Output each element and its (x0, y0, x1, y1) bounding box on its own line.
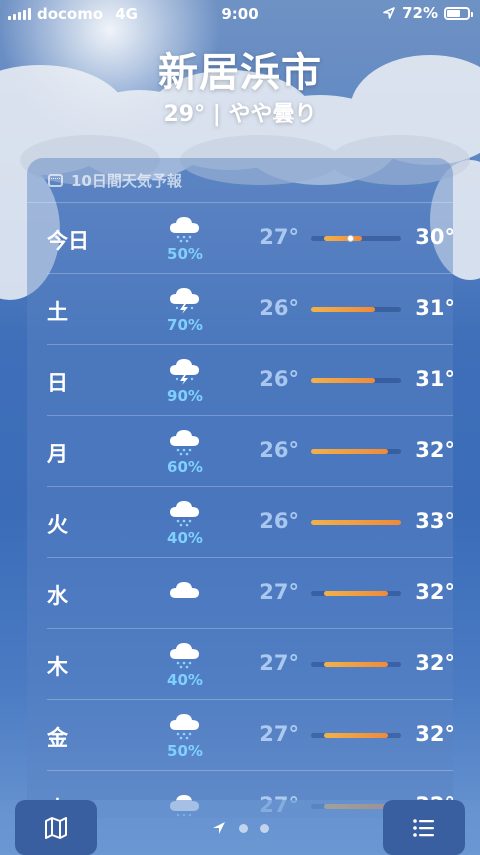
day-label: 土 (47, 300, 68, 324)
bottom-toolbar (0, 800, 480, 855)
current-summary: 29° | やや曇り (163, 102, 317, 127)
temp-range-track (311, 591, 401, 596)
temp-range-bar (323, 236, 363, 241)
day-label: 火 (47, 513, 68, 537)
temp-range-track (311, 449, 401, 454)
precipitation-chance: 70% (167, 316, 203, 334)
rain-cloud-icon (167, 639, 203, 669)
high-temp: 30° (415, 225, 453, 249)
forecast-row[interactable]: 今日 50% 27° 30° (47, 203, 453, 274)
temp-range-track (311, 733, 401, 738)
low-temp: 26° (259, 296, 299, 320)
temp-range-bar (311, 520, 401, 525)
high-temp: 31° (415, 367, 453, 391)
day-label: 月 (47, 442, 68, 466)
precipitation-chance: 40% (167, 671, 203, 689)
battery-icon (444, 6, 473, 20)
location-header: 新居浜市 29° | やや曇り (0, 40, 480, 128)
low-temp: 26° (259, 367, 299, 391)
battery-percent: 72% (402, 4, 438, 22)
precipitation-chance: 60% (167, 458, 203, 476)
low-temp: 26° (259, 438, 299, 462)
temp-range-track (311, 520, 401, 525)
temp-range-bar (323, 591, 389, 596)
temp-range-track (311, 235, 401, 242)
low-temp: 27° (259, 580, 299, 604)
forecast-row[interactable]: 火 40% 26° 33° (47, 487, 453, 558)
rain-cloud-icon (167, 497, 203, 527)
forecast-row[interactable]: 木 40% 27° 32° (47, 629, 453, 700)
high-temp: 32° (415, 651, 453, 675)
forecast-row[interactable]: 土 70% 26° 31° (47, 274, 453, 345)
low-temp: 27° (259, 225, 299, 249)
precipitation-chance: 50% (167, 742, 203, 760)
forecast-row[interactable]: 月 60% 26° 32° (47, 416, 453, 487)
temp-range-bar (311, 449, 389, 454)
high-temp: 32° (415, 580, 453, 604)
high-temp: 32° (415, 438, 453, 462)
temp-range-bar (323, 733, 389, 738)
temp-range-track (311, 307, 401, 312)
high-temp: 31° (415, 296, 453, 320)
high-temp: 33° (415, 509, 453, 533)
forecast-card-header: 10日間天気予報 (27, 158, 453, 203)
rain-cloud-icon (167, 426, 203, 456)
temp-range-bar (323, 662, 389, 667)
low-temp: 27° (259, 651, 299, 675)
low-temp: 26° (259, 509, 299, 533)
precipitation-chance: 50% (167, 245, 203, 263)
list-icon (413, 818, 434, 837)
thunderstorm-cloud-icon (167, 355, 203, 385)
cloud-icon (167, 578, 203, 608)
page-dot[interactable] (260, 823, 269, 833)
day-label: 日 (47, 371, 68, 395)
day-label: 今日 (47, 229, 89, 253)
location-arrow-icon (383, 7, 395, 19)
day-label: 水 (47, 584, 68, 608)
rain-cloud-icon (167, 710, 203, 740)
precipitation-chance: 90% (167, 387, 203, 405)
location-list-button[interactable] (383, 800, 465, 855)
rain-cloud-icon (167, 213, 203, 243)
forecast-row[interactable]: 金 50% 27° 32° (47, 700, 453, 771)
current-temp-marker (346, 235, 354, 242)
temp-range-track (311, 662, 401, 667)
temp-range-bar (311, 307, 376, 312)
city-name: 新居浜市 (158, 50, 322, 96)
temp-range-track (311, 378, 401, 383)
forecast-list: 今日 50% 27° 30° 土 70% 26° 31° 日 90% 26° 31° 月 60% 26° 32… (27, 203, 453, 818)
status-bar: docomo 4G 9:00 72% (0, 0, 480, 28)
precipitation-chance: 40% (167, 529, 203, 547)
calendar-icon (48, 173, 63, 187)
day-label: 木 (47, 655, 68, 679)
page-dot[interactable] (239, 823, 248, 833)
forecast-row[interactable]: 水 27° 32° (47, 558, 453, 629)
temp-range-bar (311, 378, 376, 383)
low-temp: 27° (259, 722, 299, 746)
forecast-row[interactable]: 日 90% 26° 31° (47, 345, 453, 416)
current-location-icon (213, 822, 225, 834)
ten-day-forecast-card[interactable]: 10日間天気予報 今日 50% 27° 30° 土 70% 26° 31° 日 90% 26° 31°… (27, 158, 453, 818)
day-label: 金 (47, 726, 68, 750)
high-temp: 32° (415, 722, 453, 746)
forecast-title: 10日間天気予報 (71, 171, 182, 190)
thunderstorm-cloud-icon (167, 284, 203, 314)
